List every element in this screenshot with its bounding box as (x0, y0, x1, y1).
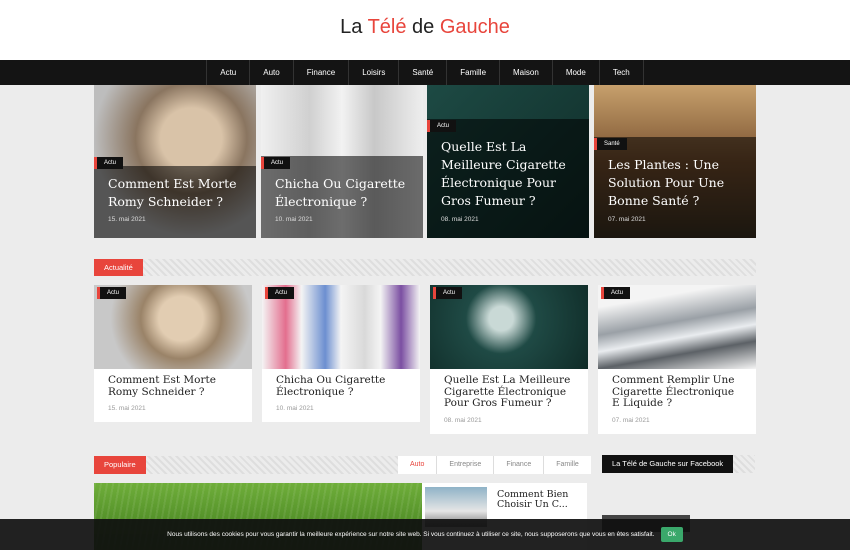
facebook-widget-title[interactable]: La Télé de Gauche sur Facebook (602, 455, 734, 473)
cookie-accept-button[interactable]: Ok (660, 527, 683, 542)
hero-date: 15. mai 2021 (108, 216, 146, 223)
tab-finance[interactable]: Finance (493, 456, 543, 474)
category-badge[interactable]: Actu (601, 287, 631, 299)
hero-title[interactable]: Quelle Est La Meilleure Cigarette Électr… (441, 138, 579, 210)
post-thumbnail[interactable]: Actu (430, 285, 588, 369)
category-badge[interactable]: Actu (265, 287, 295, 299)
post-thumbnail[interactable]: Actu (598, 285, 756, 369)
post-date: 15. mai 2021 (108, 405, 146, 412)
category-badge[interactable]: Actu (97, 287, 127, 299)
post-title[interactable]: Chicha Ou Cigarette Électronique ? (262, 369, 420, 398)
post-title[interactable]: Comment Remplir Une Cigarette Électroniq… (598, 369, 756, 410)
post-date: 07. mai 2021 (612, 416, 650, 424)
cookie-message: Nous utilisons des cookies pour vous gar… (167, 531, 655, 538)
post-title[interactable]: Comment Est Morte Romy Schneider ? (94, 369, 252, 398)
category-badge[interactable]: Actu (261, 157, 291, 169)
nav-item-loisirs[interactable]: Loisirs (348, 60, 398, 85)
nav-item-sante[interactable]: Santé (398, 60, 446, 85)
main-nav: Actu Auto Finance Loisirs Santé Famille … (0, 60, 850, 85)
hero-post-2[interactable]: Actu Chicha Ou Cigarette Électronique ? … (261, 85, 423, 238)
post-card[interactable]: Actu Quelle Est La Meilleure Cigarette É… (430, 285, 588, 434)
nav-item-mode[interactable]: Mode (551, 60, 599, 85)
hero-date: 10. mai 2021 (275, 216, 313, 223)
tab-entreprise[interactable]: Entreprise (436, 456, 493, 474)
post-date: 08. mai 2021 (444, 416, 482, 424)
category-badge[interactable]: Actu (94, 157, 124, 169)
post-title[interactable]: Comment Bien Choisir Un C... (497, 490, 577, 510)
category-badge[interactable]: Santé (594, 138, 627, 150)
nav-item-tech[interactable]: Tech (598, 60, 644, 85)
section-title-actualite[interactable]: Actualité (94, 259, 143, 276)
section-divider (94, 259, 756, 276)
nav-item-famille[interactable]: Famille (446, 60, 499, 85)
post-card[interactable]: Actu Comment Est Morte Romy Schneider ? … (94, 285, 252, 422)
nav-item-auto[interactable]: Auto (249, 60, 292, 85)
post-card[interactable]: Actu Chicha Ou Cigarette Électronique ? … (262, 285, 420, 422)
site-header: La Télé de Gauche (0, 0, 850, 60)
hero-title[interactable]: Comment Est Morte Romy Schneider ? (108, 175, 246, 211)
post-card[interactable]: Actu Comment Remplir Une Cigarette Élect… (598, 285, 756, 434)
post-date: 10. mai 2021 (276, 405, 314, 412)
nav-item-actu[interactable]: Actu (206, 60, 249, 85)
tab-famille[interactable]: Famille (543, 456, 591, 474)
hero-date: 07. mai 2021 (608, 216, 646, 223)
hero-title[interactable]: Les Plantes : Une Solution Pour Une Bonn… (608, 156, 746, 210)
hero-post-4[interactable]: Santé Les Plantes : Une Solution Pour Un… (594, 85, 756, 238)
hero-post-3[interactable]: Actu Quelle Est La Meilleure Cigarette É… (427, 85, 589, 238)
section-title-populaire[interactable]: Populaire (94, 456, 146, 474)
site-logo[interactable]: La Télé de Gauche (0, 16, 850, 39)
post-title[interactable]: Quelle Est La Meilleure Cigarette Électr… (430, 369, 588, 410)
cookie-banner: Nous utilisons des cookies pour vous gar… (0, 519, 850, 550)
post-thumbnail[interactable]: Actu (262, 285, 420, 369)
tab-auto[interactable]: Auto (398, 456, 436, 474)
category-badge[interactable]: Actu (433, 287, 463, 299)
populaire-tabs: Auto Entreprise Finance Famille (398, 456, 591, 474)
hero-date: 08. mai 2021 (441, 216, 479, 223)
post-thumbnail[interactable]: Actu (94, 285, 252, 369)
hero-post-1[interactable]: Actu Comment Est Morte Romy Schneider ? … (94, 85, 256, 238)
nav-item-finance[interactable]: Finance (292, 60, 348, 85)
category-badge[interactable]: Actu (427, 120, 457, 132)
hero-title[interactable]: Chicha Ou Cigarette Électronique ? (275, 175, 413, 211)
nav-item-maison[interactable]: Maison (499, 60, 552, 85)
